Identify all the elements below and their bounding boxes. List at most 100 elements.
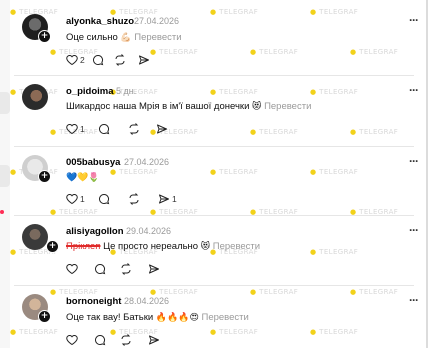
repost-button[interactable] [128,192,140,206]
repost-button[interactable] [128,122,140,136]
more-icon[interactable]: ··· [409,83,419,97]
share-button[interactable] [148,333,160,347]
reply-button[interactable] [92,53,104,67]
reply-button[interactable] [98,192,110,206]
watermark-logo-icon: ● [310,328,320,336]
comment-emoji: 😻 [252,102,262,112]
comment-body: Оце сильно [66,32,118,43]
avatar[interactable] [22,84,48,110]
username[interactable]: alyonka_shuzo [66,16,134,27]
watermark-logo-icon: ● [210,88,220,96]
watermark-text: TELEGRAF [359,48,399,56]
watermark-logo-icon: ● [150,48,160,56]
comment-emoji: 🔥🔥🔥😍 [155,313,199,323]
repost-button[interactable] [120,333,132,347]
comment-icon [95,263,106,275]
translate-link[interactable]: Перевести [213,241,260,252]
username[interactable]: alisiyagollon [66,226,124,237]
watermark-text: TELEGRAF [259,288,299,296]
watermark-text: TELEGRAF [19,328,59,336]
repost-button[interactable] [114,53,126,67]
share-button[interactable]: 1 [158,192,177,206]
watermark-logo-icon: ● [250,288,260,296]
watermark-text: TELEGRAF [359,288,399,296]
heart-icon [66,194,78,205]
share-icon [157,124,167,134]
watermark-text: TELEGRAF [59,288,99,296]
like-button[interactable]: 1 [66,192,85,206]
watermark-text: TELEGRAF [119,168,159,176]
translate-link[interactable]: Перевести [202,312,249,323]
like-button[interactable]: 1 [66,122,85,136]
comment-icon [99,193,110,205]
watermark-logo-icon: ● [350,288,360,296]
watermark-logo-icon: ● [10,248,20,256]
notification-dot [0,210,4,214]
comment-date: 5 дн. [116,86,137,96]
watermark-logo-icon: ● [10,8,20,16]
translate-link[interactable]: Перевести [264,101,311,112]
like-button[interactable]: 2 [66,53,85,67]
username[interactable]: bornoneight [66,296,121,307]
comment-date: 29.04.2026 [126,226,172,236]
watermark-text: TELEGRAF [319,88,359,96]
plus-icon[interactable]: + [38,310,51,323]
translate-link[interactable]: Перевести [134,32,181,43]
sidebar-item-active[interactable] [0,165,10,187]
comment-icon [93,54,104,66]
share-button[interactable] [148,262,160,276]
reply-button[interactable] [98,122,110,136]
watermark-text: TELEGRAF [259,128,299,136]
username[interactable]: o_pidoima [66,86,114,97]
plus-icon[interactable]: + [38,30,51,43]
reply-button[interactable] [94,262,106,276]
comment-emoji: 😻 [200,242,211,252]
watermark-logo-icon: ● [50,128,60,136]
watermark: ● TELEGRAF [150,288,198,296]
watermark-text: TELEGRAF [159,288,199,296]
divider [14,146,414,147]
comment-body: Це просто нереально [103,241,199,252]
watermark-logo-icon: ● [10,88,20,96]
comment-icon [95,334,106,346]
comment-text: Пріклеп Це просто нереально 😻 Перевести [66,241,260,252]
divider [14,215,414,216]
watermark: ● TELEGRAF [250,48,298,56]
sidebar-item[interactable] [0,92,10,114]
repost-button[interactable] [120,262,132,276]
watermark-logo-icon: ● [310,88,320,96]
watermark-logo-icon: ● [150,288,160,296]
reply-button[interactable] [94,333,106,347]
like-count: 2 [80,55,85,65]
plus-icon[interactable]: + [38,170,51,183]
more-icon[interactable]: ··· [409,223,419,237]
watermark-logo-icon: ● [210,8,220,16]
repost-icon [121,263,131,275]
watermark-logo-icon: ● [210,168,220,176]
more-icon[interactable]: ··· [409,293,419,307]
comment-text: Оце так вау! Батьки 🔥🔥🔥😍 Перевести [66,312,249,323]
comment-emoji: 💪🏻 [120,33,132,43]
watermark-logo-icon: ● [250,128,260,136]
like-button[interactable] [66,262,78,276]
struck-word: Пріклеп [66,241,101,252]
watermark-logo-icon: ● [210,328,220,336]
watermark: ● TELEGRAF [310,8,358,16]
avatar[interactable] [22,224,48,250]
share-icon [139,55,149,65]
share-icon [149,264,159,274]
share-button[interactable] [138,53,150,67]
share-button[interactable] [156,122,168,136]
more-icon[interactable]: ··· [409,13,419,27]
watermark-text: TELEGRAF [319,8,359,16]
watermark-logo-icon: ● [50,48,60,56]
username[interactable]: 005babusya [66,157,120,168]
watermark-logo-icon: ● [310,248,320,256]
watermark-logo-icon: ● [110,168,120,176]
more-icon[interactable]: ··· [409,154,419,168]
watermark-text: TELEGRAF [119,8,159,16]
like-button[interactable] [66,333,78,347]
plus-icon[interactable]: + [46,240,59,253]
comments-page: ● TELEGRAF ● TELEGRAF ● TELEGRAF ● TELEGRAF… [0,0,428,348]
heart-icon [66,55,78,66]
